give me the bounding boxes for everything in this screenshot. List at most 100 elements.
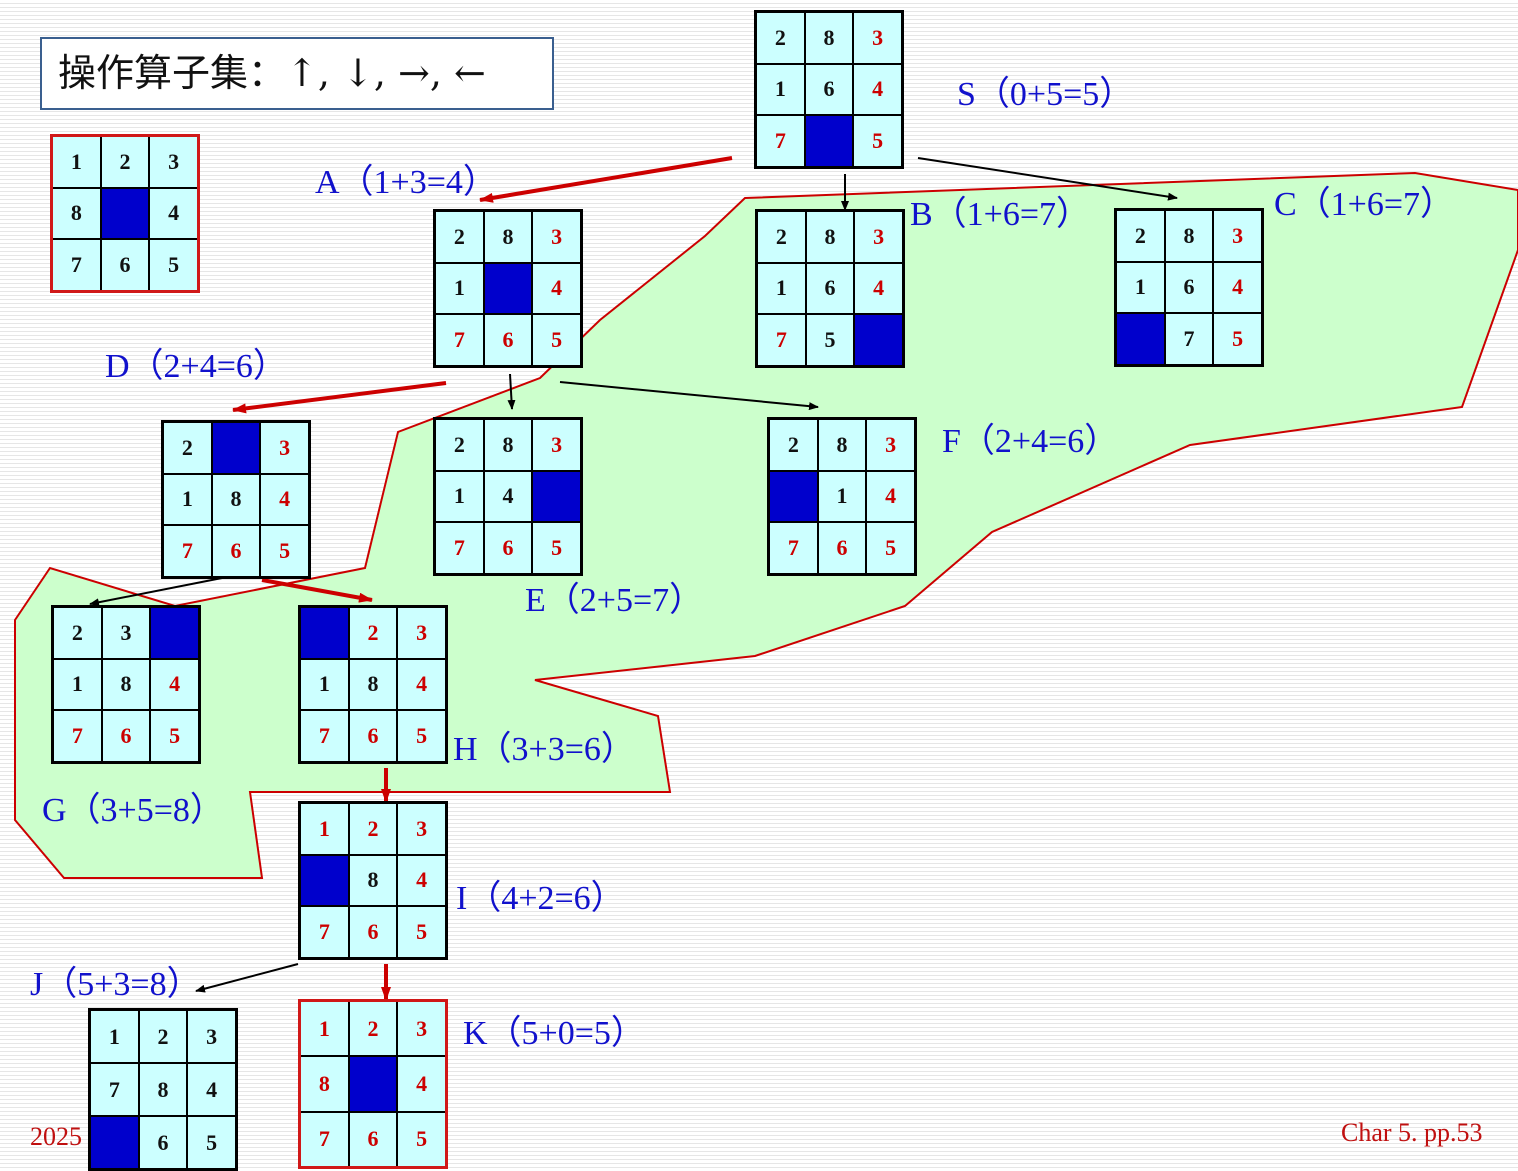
tile: 1 xyxy=(54,659,101,710)
tile: 6 xyxy=(806,263,854,314)
tile: 1 xyxy=(164,474,211,525)
tile: 3 xyxy=(1214,211,1261,261)
blank-tile xyxy=(349,1057,397,1111)
tile: 7 xyxy=(91,1064,138,1115)
tile: 2 xyxy=(54,608,101,658)
tile: 6 xyxy=(139,1117,187,1168)
tile: 2 xyxy=(436,212,483,262)
tile: 6 xyxy=(101,240,149,290)
blank-tile xyxy=(484,263,532,314)
node-board-E: 28314765 xyxy=(433,417,583,576)
tile: 5 xyxy=(1214,314,1261,364)
tile: 2 xyxy=(164,423,211,473)
tile: 4 xyxy=(398,1057,445,1111)
tile: 1 xyxy=(758,263,805,314)
tile: 4 xyxy=(151,659,198,710)
tile: 1 xyxy=(301,804,348,854)
tile: 3 xyxy=(150,137,197,187)
footer-page: Char 5. pp.53 xyxy=(1341,1118,1483,1147)
blank-tile xyxy=(805,116,853,166)
tile: 1 xyxy=(91,1011,138,1062)
tile: 4 xyxy=(867,471,914,522)
tile: 7 xyxy=(301,1112,348,1166)
operator-set-box: 操作算子集：↑, ↓, →, ← xyxy=(40,37,554,110)
blank-tile xyxy=(855,315,902,365)
edge-I-J xyxy=(195,963,299,993)
node-label-F: F（2+4=6） xyxy=(942,423,1119,460)
node-label-S: S（0+5=5） xyxy=(957,76,1134,113)
node-board-F: 28314765 xyxy=(767,417,917,576)
node-board-J: 12378465 xyxy=(88,1008,238,1171)
blank-tile xyxy=(301,855,348,906)
tile: 4 xyxy=(188,1064,235,1115)
tile: 4 xyxy=(1214,262,1261,313)
tile: 6 xyxy=(349,1112,397,1166)
tile: 7 xyxy=(757,116,804,166)
tile: 1 xyxy=(301,1002,348,1056)
node-label-A: A（1+3=4） xyxy=(315,164,497,201)
tile: 6 xyxy=(805,64,853,115)
tile: 4 xyxy=(150,188,197,239)
tile: 5 xyxy=(854,116,901,166)
tile: 7 xyxy=(1165,314,1213,364)
node-label-E: E（2+5=7） xyxy=(525,582,704,619)
node-board-S: 28316475 xyxy=(754,10,904,169)
tile: 4 xyxy=(855,263,902,314)
tile: 2 xyxy=(757,13,804,63)
tile: 8 xyxy=(1165,211,1213,261)
node-label-H: H（3+3=6） xyxy=(453,731,635,768)
tile: 8 xyxy=(349,659,397,710)
tile: 3 xyxy=(102,608,150,658)
node-board-K: 12384765 xyxy=(298,999,448,1169)
node-label-B: B（1+6=7） xyxy=(910,196,1091,233)
tile: 3 xyxy=(398,608,445,658)
tile: 7 xyxy=(54,711,101,761)
tile: 8 xyxy=(484,420,532,470)
node-label-J: J（5+3=8） xyxy=(30,966,201,1003)
tile: 5 xyxy=(806,315,854,365)
tile: 2 xyxy=(1117,211,1164,261)
tile: 7 xyxy=(758,315,805,365)
tile: 4 xyxy=(261,474,308,525)
tile: 3 xyxy=(398,804,445,854)
tile: 7 xyxy=(436,523,483,573)
footer-date: 2025 xyxy=(30,1122,82,1151)
tile: 8 xyxy=(53,188,100,239)
tile: 2 xyxy=(349,608,397,658)
blank-tile xyxy=(212,423,260,473)
tile: 2 xyxy=(349,804,397,854)
tile: 8 xyxy=(805,13,853,63)
node-label-G: G（3+5=8） xyxy=(42,792,224,829)
tile: 6 xyxy=(212,526,260,576)
tile: 8 xyxy=(102,659,150,710)
tile: 6 xyxy=(1165,262,1213,313)
tile: 6 xyxy=(818,523,866,573)
tile: 7 xyxy=(436,315,483,365)
tile: 1 xyxy=(436,263,483,314)
tile: 5 xyxy=(867,523,914,573)
tile: 6 xyxy=(484,315,532,365)
blank-tile xyxy=(151,608,198,658)
node-board-B: 28316475 xyxy=(755,209,905,368)
goal-state-board: 12384765 xyxy=(50,134,200,293)
tile: 4 xyxy=(484,471,532,522)
tile: 5 xyxy=(188,1117,235,1168)
tile: 2 xyxy=(758,212,805,262)
tile: 8 xyxy=(349,855,397,906)
tile: 6 xyxy=(349,711,397,761)
edge-A-D xyxy=(232,381,447,414)
tile: 4 xyxy=(533,263,580,314)
node-board-I: 12384765 xyxy=(298,801,448,960)
tile: 3 xyxy=(261,423,308,473)
node-label-D: D（2+4=6） xyxy=(105,348,287,385)
tile: 1 xyxy=(436,471,483,522)
tile: 3 xyxy=(533,420,580,470)
tile: 7 xyxy=(770,523,817,573)
blank-tile xyxy=(533,471,580,522)
tile: 8 xyxy=(484,212,532,262)
node-board-H: 23184765 xyxy=(298,605,448,764)
tile: 8 xyxy=(139,1064,187,1115)
tile: 4 xyxy=(398,855,445,906)
node-board-C: 28316475 xyxy=(1114,208,1264,367)
tile: 3 xyxy=(867,420,914,470)
